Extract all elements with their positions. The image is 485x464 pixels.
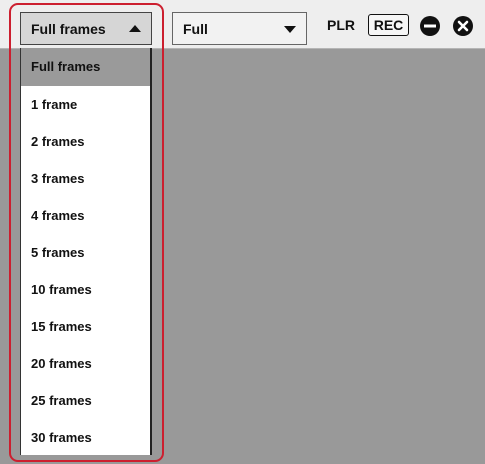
resolution-dropdown[interactable]: Full: [172, 12, 307, 45]
rec-button[interactable]: REC: [368, 14, 409, 36]
chevron-down-icon: [284, 26, 296, 33]
resolution-dropdown-value: Full: [183, 21, 208, 37]
plr-label: PLR: [327, 17, 355, 33]
close-circle-icon[interactable]: [452, 15, 474, 37]
minus-circle-icon[interactable]: [419, 15, 441, 37]
highlight-outline: [9, 3, 164, 462]
